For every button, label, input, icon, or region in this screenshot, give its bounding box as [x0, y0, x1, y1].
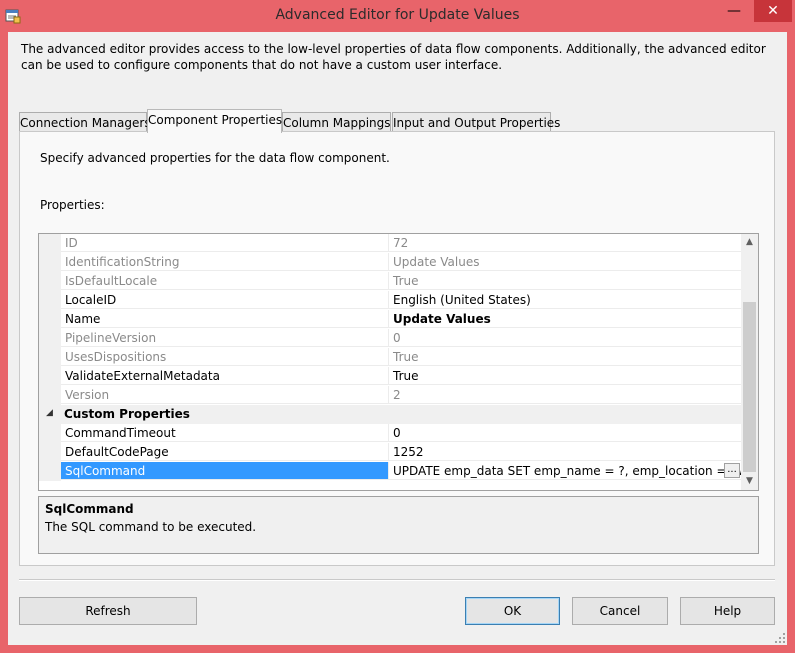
property-row[interactable]: Version 2 — [39, 386, 742, 405]
property-name: CommandTimeout — [61, 424, 389, 442]
tab-input-output-properties[interactable]: Input and Output Properties — [392, 112, 560, 133]
property-row[interactable]: IdentificationString Update Values — [39, 253, 742, 272]
editor-description: The advanced editor provides access to t… — [21, 42, 766, 72]
ellipsis-button[interactable]: ... — [724, 463, 740, 478]
property-name: ID — [61, 234, 389, 252]
cancel-button[interactable]: Cancel — [572, 597, 668, 625]
row-gutter — [39, 253, 61, 272]
property-name: IdentificationString — [61, 253, 389, 271]
property-row[interactable]: UsesDispositions True — [39, 348, 742, 367]
category-label: Custom Properties — [64, 407, 190, 421]
property-name: Version — [61, 386, 389, 404]
property-name: IsDefaultLocale — [61, 272, 389, 290]
sql-command-text: UPDATE emp_data SET emp_name = ?, emp_lo… — [393, 464, 742, 478]
property-name: SqlCommand — [61, 462, 389, 480]
tab-component-properties[interactable]: Component Properties — [147, 109, 282, 133]
close-button[interactable]: ✕ — [754, 0, 792, 22]
title-bar[interactable]: Advanced Editor for Update Values — ✕ — [0, 0, 795, 32]
property-row[interactable]: ID 72 — [39, 234, 742, 253]
row-gutter — [39, 424, 61, 443]
property-name: ValidateExternalMetadata — [61, 367, 389, 385]
property-value[interactable]: 1252 — [389, 443, 742, 461]
property-value[interactable]: UPDATE emp_data SET emp_name = ?, emp_lo… — [389, 462, 742, 480]
row-gutter — [39, 462, 61, 481]
properties-label: Properties: — [40, 198, 105, 212]
property-row[interactable]: CommandTimeout 0 — [39, 424, 742, 443]
help-button[interactable]: Help — [680, 597, 775, 625]
footer-divider — [19, 579, 775, 581]
property-row[interactable]: ValidateExternalMetadata True — [39, 367, 742, 386]
tab-column-mappings[interactable]: Column Mappings — [282, 112, 391, 133]
property-value[interactable]: 0 — [389, 424, 742, 442]
property-name: LocaleID — [61, 291, 389, 309]
property-row[interactable]: IsDefaultLocale True — [39, 272, 742, 291]
property-name: DefaultCodePage — [61, 443, 389, 461]
refresh-button[interactable]: Refresh — [19, 597, 197, 625]
row-gutter — [39, 443, 61, 462]
resize-grip-icon[interactable] — [775, 633, 785, 643]
row-gutter — [39, 310, 61, 329]
property-row[interactable]: DefaultCodePage 1252 — [39, 443, 742, 462]
property-value: Update Values — [389, 253, 742, 271]
property-help-panel: SqlCommand The SQL command to be execute… — [38, 496, 759, 554]
property-row[interactable]: PipelineVersion 0 — [39, 329, 742, 348]
help-title: SqlCommand — [45, 502, 134, 516]
property-value: 2 — [389, 386, 742, 404]
row-gutter — [39, 348, 61, 367]
window-title: Advanced Editor for Update Values — [275, 7, 520, 23]
custom-properties-category[interactable]: ◢ Custom Properties — [39, 405, 742, 424]
property-value[interactable]: English (United States) — [389, 291, 742, 309]
scroll-up-arrow-icon[interactable]: ▲ — [741, 234, 758, 251]
property-value: 0 — [389, 329, 742, 347]
ok-button[interactable]: OK — [465, 597, 560, 625]
vertical-scrollbar[interactable]: ▲ ▼ — [741, 234, 758, 490]
property-row[interactable]: LocaleID English (United States) — [39, 291, 742, 310]
panel-description: Specify advanced properties for the data… — [40, 151, 390, 165]
property-name: UsesDispositions — [61, 348, 389, 366]
row-gutter — [39, 386, 61, 405]
property-value[interactable]: True — [389, 367, 742, 385]
property-row-selected[interactable]: SqlCommand UPDATE emp_data SET emp_name … — [39, 462, 742, 481]
property-value: True — [389, 272, 742, 290]
dialog-window: Advanced Editor for Update Values — ✕ Th… — [0, 0, 795, 653]
collapse-arrow-icon[interactable]: ◢ — [46, 408, 53, 418]
scrollbar-thumb[interactable] — [743, 302, 756, 472]
row-gutter — [39, 272, 61, 291]
scroll-down-arrow-icon[interactable]: ▼ — [741, 473, 758, 490]
row-gutter — [39, 329, 61, 348]
property-value: True — [389, 348, 742, 366]
dialog-client-area: The advanced editor provides access to t… — [8, 32, 787, 645]
minimize-button[interactable]: — — [720, 0, 748, 22]
property-grid[interactable]: ID 72 IdentificationString Update Values… — [38, 233, 759, 491]
row-gutter — [39, 291, 61, 310]
help-description: The SQL command to be executed. — [45, 520, 257, 534]
component-properties-panel: Specify advanced properties for the data… — [19, 131, 775, 566]
row-gutter — [39, 234, 61, 253]
property-value: 72 — [389, 234, 742, 252]
property-name: Name — [61, 310, 389, 328]
row-gutter — [39, 367, 61, 386]
property-row[interactable]: Name Update Values — [39, 310, 742, 329]
property-value[interactable]: Update Values — [389, 310, 742, 328]
tab-connection-managers[interactable]: Connection Managers — [19, 112, 151, 133]
property-name: PipelineVersion — [61, 329, 389, 347]
